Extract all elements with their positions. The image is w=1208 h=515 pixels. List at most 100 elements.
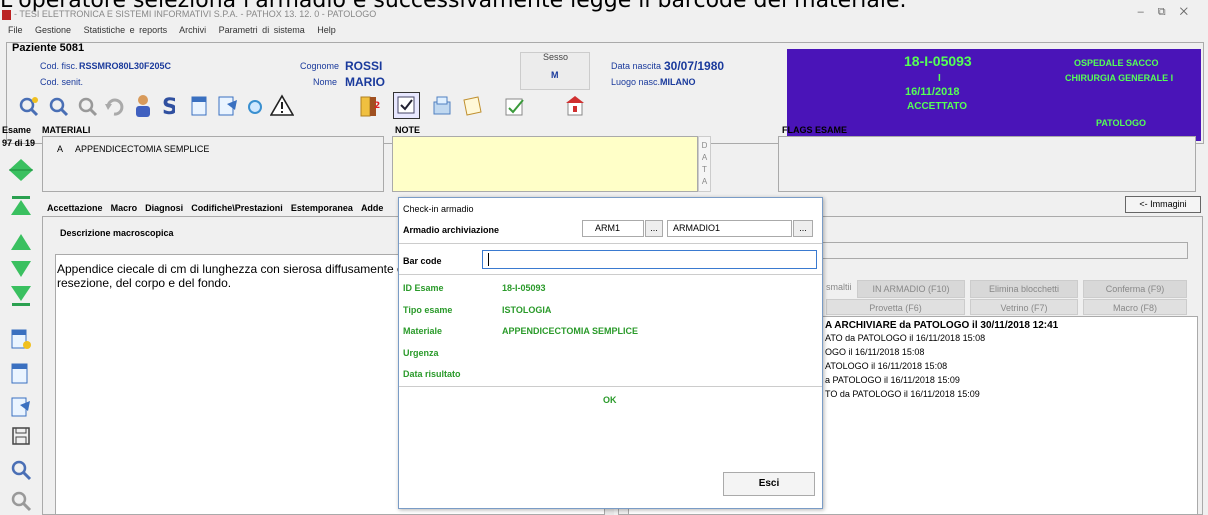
undo-icon[interactable] <box>104 96 125 117</box>
dialog-divider <box>399 243 822 244</box>
luogo-nasc-label: Luogo nasc. <box>611 77 661 87</box>
refresh-icon[interactable] <box>245 96 266 117</box>
first-record-icon[interactable] <box>10 195 32 217</box>
checkin-status: OK <box>603 395 617 405</box>
maximize-button[interactable]: ⧉ <box>1158 6 1180 18</box>
materiali-text: APPENDICECTOMIA SEMPLICE <box>75 144 210 154</box>
menu-archivi[interactable]: Archivi <box>179 25 206 35</box>
log-entry: TO da PATOLOGO il 16/11/2018 15:09 <box>825 389 980 399</box>
materiali-code: A <box>57 144 64 154</box>
exam-type: I <box>938 73 941 84</box>
patient-header: Paziente 5081 <box>12 42 85 54</box>
tipo-esame-value: ISTOLOGIA <box>502 305 552 315</box>
note-data-letter: T <box>702 165 707 174</box>
immagini-button[interactable]: <- Immagini <box>1125 196 1201 213</box>
menu-help[interactable]: Help <box>317 25 336 35</box>
user-icon[interactable] <box>133 94 154 118</box>
esame-label: Esame <box>2 125 32 135</box>
new-document-icon[interactable] <box>10 362 32 384</box>
vetrino-button[interactable]: Vetrino (F7) <box>970 299 1078 315</box>
navigate-diamond-icon[interactable] <box>8 158 34 182</box>
role-label: PATOLOGO <box>1096 118 1147 128</box>
tab-diagnosi[interactable]: Diagnosi <box>145 203 183 213</box>
log-entry: ATO da PATOLOGO il 16/11/2018 15:08 <box>825 333 986 343</box>
edit-document-icon[interactable] <box>10 395 32 417</box>
previous-record-icon[interactable] <box>10 232 32 252</box>
dialog-divider <box>399 386 822 387</box>
edit-document-icon[interactable] <box>217 94 239 116</box>
dialog-title: Check-in armadio <box>403 204 474 214</box>
search-add-icon[interactable] <box>18 96 39 117</box>
search-icon[interactable] <box>10 459 32 481</box>
hospital-name: OSPEDALE SACCO <box>1074 58 1159 68</box>
armadio-name-lookup-button[interactable]: ... <box>793 220 813 237</box>
provetta-button[interactable]: Provetta (F6) <box>826 299 965 315</box>
menu-gestione[interactable]: Gestione <box>35 25 71 35</box>
tray-icon[interactable] <box>431 94 453 118</box>
armadio-label: Armadio archiviazione <box>403 225 500 235</box>
tab-accettazione[interactable]: Accettazione <box>47 203 103 213</box>
svg-text:2: 2 <box>374 101 380 111</box>
esci-button[interactable]: Esci <box>723 472 815 496</box>
elimina-blocchetti-button[interactable]: Elimina blocchetti <box>970 280 1078 298</box>
menu-parametri[interactable]: Parametri di sistema <box>219 25 305 35</box>
search-disabled-icon[interactable] <box>77 96 98 117</box>
note-data-tab[interactable]: D A T A <box>698 136 711 192</box>
search-disabled-icon[interactable] <box>10 490 32 512</box>
log-entry: OGO il 16/11/2018 15:08 <box>825 347 925 357</box>
cognome-label: Cognome <box>300 61 340 71</box>
note-data-letter: A <box>701 153 708 162</box>
data-nascita-value: 30/07/1980 <box>664 59 725 73</box>
warning-icon[interactable] <box>269 94 295 116</box>
barcode-label: Bar code <box>403 256 442 266</box>
checklist-icon[interactable] <box>393 92 420 119</box>
menu-file[interactable]: File <box>8 25 23 35</box>
search-icon[interactable] <box>48 96 69 117</box>
last-record-icon[interactable] <box>10 285 32 307</box>
minimize-button[interactable]: – <box>1138 6 1158 18</box>
nome-label: Nome <box>313 77 338 87</box>
tab-codifiche[interactable]: Codifiche\Prestazioni <box>191 203 283 213</box>
cod-fisc-value: RSSMRO80L30F205C <box>79 61 172 71</box>
log-entry: a PATOLOGO il 16/11/2018 15:09 <box>825 375 960 385</box>
log-entry: ATOLOGO il 16/11/2018 15:08 <box>825 361 948 371</box>
tab-estemporanea[interactable]: Estemporanea <box>291 203 353 213</box>
text-cursor <box>488 253 489 266</box>
next-record-icon[interactable] <box>10 259 32 279</box>
hospital-icon[interactable] <box>563 94 587 118</box>
armadio-code-lookup-button[interactable]: ... <box>645 220 663 237</box>
dialog-divider <box>399 274 822 275</box>
note-label: NOTE <box>395 125 421 135</box>
app-icon <box>2 10 11 20</box>
dollar-icon[interactable]: S <box>161 94 178 120</box>
cognome-value: ROSSI <box>345 59 383 73</box>
save-icon[interactable] <box>11 426 31 446</box>
new-document-icon[interactable] <box>189 94 210 116</box>
macro-text-line1: Appendice ciecale di cm di lunghezza con… <box>57 262 404 276</box>
tipo-esame-label: Tipo esame <box>403 305 453 315</box>
new-document-star-icon[interactable] <box>10 326 32 350</box>
archive-icon[interactable]: 2 <box>358 94 384 118</box>
label-icon[interactable] <box>461 94 483 118</box>
archive-search-field[interactable] <box>820 242 1188 259</box>
flags-box[interactable] <box>778 136 1196 192</box>
exam-id: 18-I-05093 <box>904 53 972 69</box>
id-esame-label: ID Esame <box>403 283 444 293</box>
note-textarea[interactable] <box>392 136 698 192</box>
armadio-name-field[interactable]: ARMADIO1 <box>667 220 792 237</box>
sign-icon[interactable] <box>503 94 527 118</box>
tab-macro[interactable]: Macro <box>111 203 138 213</box>
note-data-letter: A <box>701 177 708 186</box>
exam-date: 16/11/2018 <box>905 86 960 98</box>
conferma-button[interactable]: Conferma (F9) <box>1083 280 1187 298</box>
armadio-code-field[interactable]: ARM1 <box>582 220 644 237</box>
macro-button[interactable]: Macro (F8) <box>1083 299 1187 315</box>
barcode-input[interactable] <box>482 250 817 269</box>
menu-statistiche[interactable]: Statistiche e reports <box>84 25 168 35</box>
urgenza-label: Urgenza <box>403 348 439 358</box>
close-window-button[interactable]: ✕ <box>1180 6 1202 18</box>
in-armadio-button[interactable]: IN ARMADIO (F10) <box>857 280 965 298</box>
note-data-letter: D <box>701 141 708 150</box>
tab-addendum[interactable]: Adde <box>361 203 384 213</box>
id-esame-value: 18-I-05093 <box>502 283 546 293</box>
